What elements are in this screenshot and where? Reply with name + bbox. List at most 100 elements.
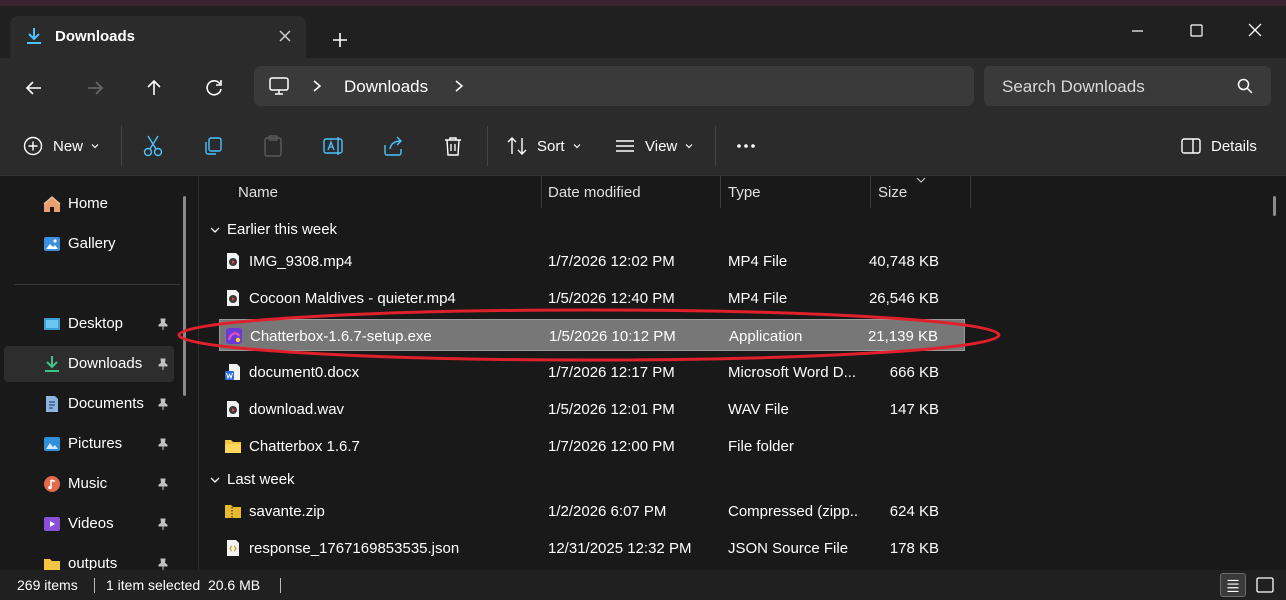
column-divider[interactable] [970, 176, 971, 208]
file-list: Name Date modified Type Size Earlier thi… [198, 176, 1286, 570]
new-label: New [53, 137, 84, 155]
sidebar-item-downloads[interactable]: Downloads [4, 346, 174, 382]
chevron-down-icon[interactable] [209, 224, 221, 236]
sort-descending-icon [916, 177, 926, 183]
file-row[interactable]: download.wav 1/5/2026 12:01 PM WAV File … [219, 393, 965, 425]
documents-icon [46, 396, 58, 412]
status-separator [94, 578, 95, 593]
sidebar-item-documents[interactable]: Documents [4, 386, 174, 422]
back-arrow-icon[interactable] [19, 73, 49, 103]
column-header-type[interactable]: Type [728, 184, 761, 201]
video-file-icon [227, 290, 239, 306]
tab-downloads[interactable]: Downloads [10, 16, 306, 58]
refresh-icon[interactable] [199, 73, 229, 103]
toolbar-separator [487, 126, 488, 166]
file-row[interactable]: IMG_9308.mp4 1/7/2026 12:02 PM MP4 File … [219, 245, 965, 277]
search-icon[interactable] [1236, 77, 1254, 95]
column-divider[interactable] [541, 176, 542, 208]
up-arrow-icon[interactable] [139, 73, 169, 103]
sidebar-item-videos[interactable]: Videos [4, 506, 174, 542]
audio-file-icon [227, 401, 239, 417]
close-window-icon[interactable] [1232, 18, 1278, 44]
rename-icon [323, 137, 343, 155]
breadcrumb-downloads[interactable]: Downloads [344, 77, 428, 97]
address-bar: Downloads Search Downloads [0, 58, 1286, 116]
maximize-icon[interactable] [1173, 18, 1219, 44]
cut-button[interactable] [142, 134, 164, 158]
sidebar-scrollbar[interactable] [183, 196, 186, 396]
plus-circle-icon [23, 136, 43, 156]
json-file-icon [227, 540, 239, 556]
pin-icon[interactable] [156, 357, 170, 371]
sidebar-item-gallery[interactable]: Gallery [4, 226, 174, 262]
tiles-view-icon[interactable] [1252, 573, 1278, 597]
chevron-right-icon[interactable] [310, 78, 324, 94]
sort-label: Sort [537, 137, 565, 155]
file-row[interactable]: document0.docx 1/7/2026 12:17 PM Microso… [219, 356, 965, 388]
download-icon [27, 28, 41, 44]
title-bar: Downloads [0, 6, 1286, 58]
video-file-icon [227, 253, 239, 269]
chevron-down-icon [573, 144, 580, 149]
status-bar: 269 items 1 item selected 20.6 MB [0, 570, 1286, 600]
word-doc-icon [225, 364, 240, 380]
pin-icon[interactable] [156, 517, 170, 531]
copy-icon [205, 137, 222, 155]
folder-icon [225, 440, 241, 453]
app-icon [226, 328, 242, 344]
column-header-size[interactable]: Size [878, 184, 907, 201]
chevron-down-icon [685, 144, 693, 149]
details-pane-button[interactable]: Details [1180, 134, 1257, 158]
sidebar-item-music[interactable]: Music [4, 466, 174, 502]
copy-button[interactable] [202, 134, 224, 158]
pin-icon[interactable] [156, 317, 170, 331]
forward-arrow-icon[interactable] [80, 73, 110, 103]
navigation-pane: Home Gallery Desktop Downloads Documents… [0, 176, 196, 572]
clipboard-icon [264, 135, 282, 157]
this-pc-icon[interactable] [268, 76, 290, 96]
item-count: 269 items [17, 577, 78, 593]
sidebar-item-pictures[interactable]: Pictures [4, 426, 174, 462]
new-button[interactable]: New [22, 134, 101, 158]
command-bar: New Sort View Details [0, 116, 1286, 176]
pin-icon[interactable] [156, 477, 170, 491]
column-header-name[interactable]: Name [238, 184, 278, 201]
file-row[interactable]: Chatterbox 1.6.7 1/7/2026 12:00 PM File … [219, 430, 965, 462]
column-divider[interactable] [870, 176, 871, 208]
chevron-down-icon [91, 144, 99, 149]
gallery-icon [44, 237, 60, 251]
share-button[interactable] [382, 134, 404, 158]
sort-button[interactable]: Sort [506, 134, 583, 158]
more-options-button[interactable] [735, 134, 757, 158]
file-row[interactable]: response_1767169853535.json 12/31/2025 1… [219, 532, 965, 564]
minimize-icon[interactable] [1114, 18, 1160, 44]
rename-button[interactable] [322, 134, 346, 158]
search-input[interactable]: Search Downloads [1002, 77, 1145, 97]
paste-button[interactable] [262, 134, 284, 158]
pin-icon[interactable] [156, 437, 170, 451]
sidebar-item-desktop[interactable]: Desktop [4, 306, 174, 342]
new-tab-icon[interactable] [326, 26, 354, 54]
details-view-icon[interactable] [1220, 573, 1246, 597]
chevron-down-icon[interactable] [209, 474, 221, 486]
music-icon [44, 476, 60, 492]
column-divider[interactable] [720, 176, 721, 208]
selection-info: 1 item selected 20.6 MB [106, 577, 261, 593]
close-tab-icon[interactable] [275, 26, 295, 46]
share-icon [384, 136, 402, 156]
view-button[interactable]: View [614, 134, 695, 158]
search-box[interactable]: Search Downloads [984, 66, 1271, 106]
file-list-scrollbar[interactable] [1273, 196, 1276, 216]
file-row[interactable]: savante.zip 1/2/2026 6:07 PM Compressed … [219, 495, 965, 527]
pin-icon[interactable] [156, 397, 170, 411]
column-header-date[interactable]: Date modified [548, 184, 641, 201]
sidebar-item-home[interactable]: Home [4, 186, 174, 222]
status-separator [280, 578, 281, 593]
zip-folder-icon [225, 505, 241, 518]
delete-button[interactable] [442, 134, 464, 158]
file-row-selected[interactable]: Chatterbox-1.6.7-setup.exe 1/5/2026 10:1… [219, 319, 965, 351]
pin-icon[interactable] [156, 557, 170, 571]
breadcrumb[interactable]: Downloads [254, 66, 974, 106]
file-row[interactable]: Cocoon Maldives - quieter.mp4 1/5/2026 1… [219, 282, 965, 314]
chevron-right-icon[interactable] [452, 78, 466, 94]
